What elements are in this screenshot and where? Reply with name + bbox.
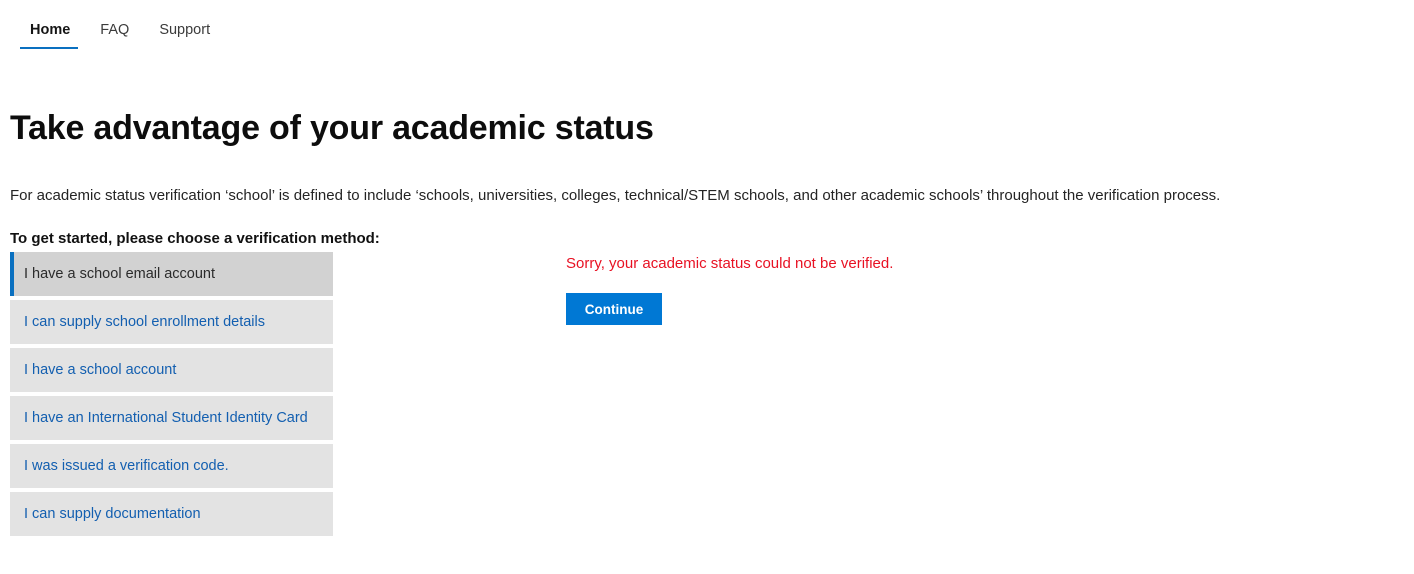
verification-method-prompt: To get started, please choose a verifica… — [10, 230, 380, 247]
list-item-label: I can supply documentation — [24, 506, 201, 522]
verification-result-panel: Sorry, your academic status could not be… — [566, 254, 893, 325]
list-item[interactable]: I have an International Student Identity… — [10, 396, 333, 440]
list-item[interactable]: I can supply documentation — [10, 492, 333, 536]
list-item-label: I have a school account — [24, 362, 177, 378]
continue-button[interactable]: Continue — [566, 293, 662, 325]
list-item[interactable]: I have a school email account — [10, 252, 333, 296]
page-title: Take advantage of your academic status — [10, 108, 654, 147]
nav-item-home-label: Home — [30, 22, 71, 38]
intro-paragraph: For academic status verification ‘school… — [10, 187, 1221, 204]
nav-item-faq-label: FAQ — [100, 22, 130, 38]
list-item-label: I can supply school enrollment details — [24, 314, 265, 330]
nav-item-faq[interactable]: FAQ — [90, 22, 139, 49]
list-item-label: I have a school email account — [24, 266, 216, 282]
list-item[interactable]: I have a school account — [10, 348, 333, 392]
list-item-label: I have an International Student Identity… — [24, 410, 308, 426]
error-message: Sorry, your academic status could not be… — [566, 255, 894, 272]
active-tab-underline — [20, 46, 79, 49]
list-item[interactable]: I can supply school enrollment details — [10, 300, 333, 344]
nav-item-home[interactable]: Home — [20, 22, 80, 49]
verification-method-list: I have a school email account I can supp… — [10, 252, 333, 540]
list-item-label: I was issued a verification code. — [24, 458, 229, 474]
primary-navigation: Home FAQ Support — [0, 0, 230, 49]
nav-item-support-label: Support — [159, 22, 211, 38]
selected-accent-bar — [10, 252, 14, 296]
list-item[interactable]: I was issued a verification code. — [10, 444, 333, 488]
nav-item-support[interactable]: Support — [149, 22, 220, 49]
